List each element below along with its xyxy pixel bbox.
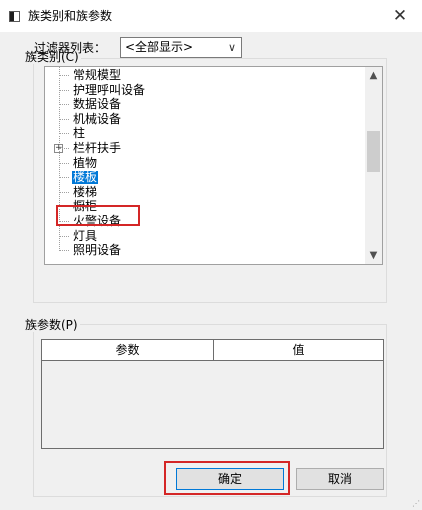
tree-item[interactable]: 柱 (45, 121, 360, 141)
column-header-value[interactable]: 值 (214, 340, 383, 360)
tree-item[interactable]: 植物 (45, 150, 360, 170)
params-table[interactable]: 参数 值 (41, 339, 384, 449)
tree-item[interactable]: 常规模型 (45, 67, 360, 82)
category-tree[interactable]: ▲ ▼ 常规模型 护理呼叫设备 数据设备 机械设备柱 + 栏杆扶手 植物 楼板 楼梯 橱柜 火警设备… (44, 66, 383, 265)
tree-item-label: 楼板 (72, 170, 99, 185)
tree-connector (59, 133, 69, 135)
tree-item[interactable]: 机械设备 (45, 106, 360, 126)
tree-item[interactable]: 护理呼叫设备 (45, 77, 360, 97)
resize-grip-icon[interactable]: ⋰ (412, 499, 420, 508)
tree-item[interactable]: 数据设备 (45, 92, 360, 112)
tree-connector (59, 89, 69, 91)
tree-item-label: 植物 (73, 155, 98, 170)
tree-scrollbar[interactable]: ▲ ▼ (365, 67, 382, 264)
tree-connector (59, 148, 69, 149)
tree-connector (59, 177, 69, 179)
tree-connector (59, 118, 69, 120)
tree-item-label: 楼梯 (73, 184, 98, 199)
scroll-down-icon[interactable]: ▼ (365, 247, 382, 264)
tree-item[interactable]: 楼板 (45, 165, 360, 185)
tree-item-label: 常规模型 (73, 68, 122, 82)
tree-connector (59, 75, 69, 76)
tree-connector (59, 191, 69, 193)
tree-item-label: 栏杆扶手 (73, 141, 122, 155)
scroll-up-icon[interactable]: ▲ (365, 67, 382, 84)
tree-connector (59, 162, 69, 164)
tree-connector (59, 250, 69, 252)
window-title: 族类别和族参数 (28, 9, 113, 23)
cancel-button[interactable]: 取消 (296, 468, 384, 490)
selected-item-highlight (56, 205, 140, 226)
filter-dropdown[interactable]: <全部显示> ∨ (120, 37, 242, 58)
filter-dropdown-value: <全部显示> (125, 40, 194, 54)
chevron-down-icon: ∨ (227, 41, 236, 54)
tree-connector (59, 104, 69, 106)
close-button[interactable]: ✕ (380, 0, 420, 32)
tree-item-label: 机械设备 (73, 111, 122, 126)
tree-connector (59, 235, 69, 237)
tree-item-label: 数据设备 (73, 97, 122, 112)
scroll-thumb[interactable] (367, 131, 380, 172)
tree-item[interactable]: 楼梯 (45, 179, 360, 199)
column-header-param[interactable]: 参数 (42, 340, 214, 360)
app-icon (9, 11, 20, 22)
ok-button-highlight (164, 461, 290, 495)
tree-item[interactable]: + 栏杆扶手 (45, 136, 360, 155)
params-table-header: 参数 值 (42, 340, 383, 361)
tree-item[interactable]: 灯具 (45, 223, 360, 243)
tree-item[interactable]: 照明设备 (45, 238, 360, 258)
filter-label: 过滤器列表： (34, 41, 107, 55)
params-group-label: 族参数(P) (23, 318, 80, 332)
tree-item-label: 柱 (73, 126, 86, 141)
title-bar: 族类别和族参数 ✕ (0, 0, 422, 32)
tree-item-label: 灯具 (73, 228, 98, 243)
tree-item-label: 照明设备 (73, 243, 122, 258)
tree-item-label: 护理呼叫设备 (73, 82, 146, 97)
